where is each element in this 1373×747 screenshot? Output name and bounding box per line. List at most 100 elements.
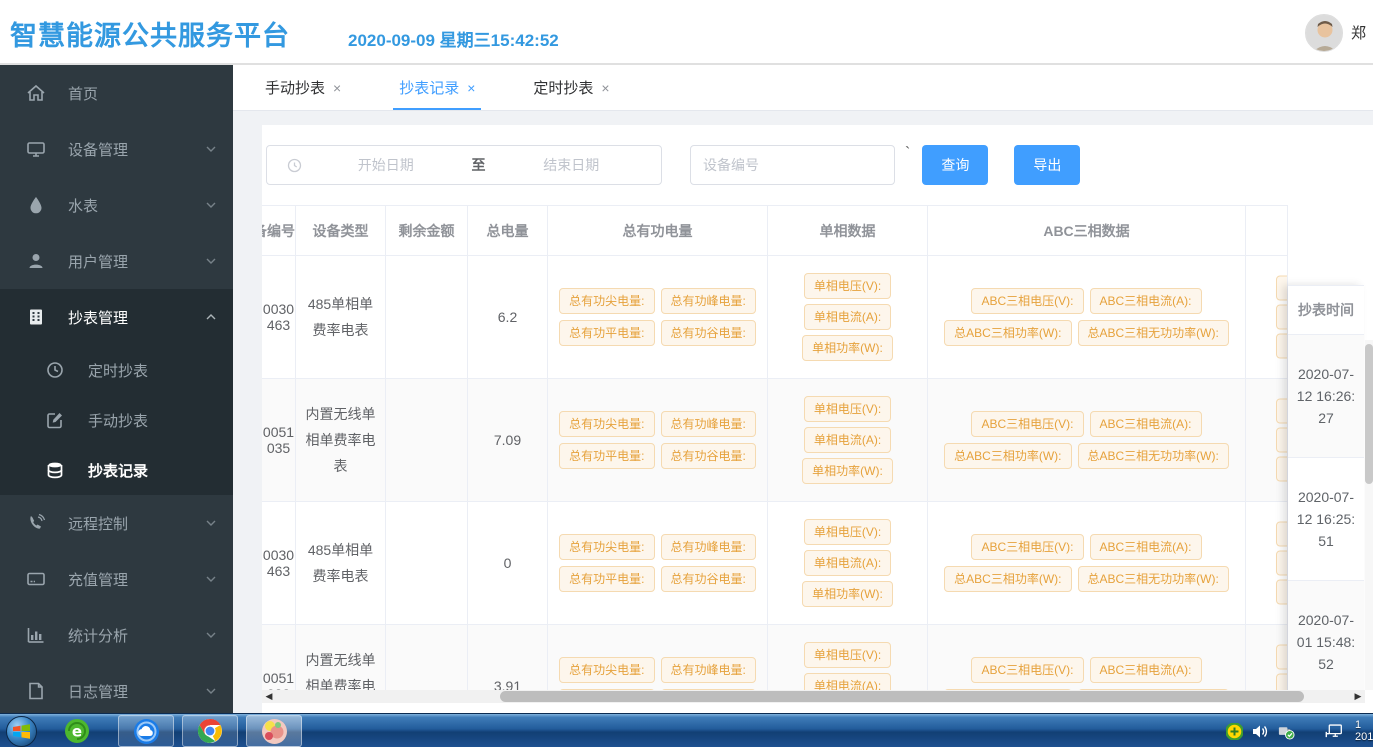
- sidebar-item-label: 手动抄表: [88, 410, 148, 431]
- cell-clipped-column: [1246, 379, 1288, 501]
- user-icon: [26, 251, 46, 271]
- data-field-tag: 总有功尖电量:: [559, 534, 654, 560]
- cell-total-energy: 3.91: [468, 625, 548, 690]
- clipped-tag: [1276, 580, 1288, 605]
- sidebar-item-label: 抄表记录: [88, 460, 148, 481]
- data-field-tag: 单相电压(V):: [804, 396, 891, 422]
- tray-clock-time: 1: [1355, 719, 1373, 731]
- sidebar-item-home[interactable]: 首页: [0, 65, 233, 121]
- data-field-tag: 总ABC三相无功功率(W):: [1078, 320, 1229, 346]
- device-number-input[interactable]: [690, 145, 895, 185]
- data-field-tag: 总有功尖电量:: [559, 657, 654, 683]
- cell-device-no: 0030463: [262, 256, 296, 378]
- taskbar-photo-app-button[interactable]: [246, 715, 302, 747]
- table-row[interactable]: 0051035 内置无线单相单费率电表 7.09 总有功尖电量:总有功峰电量:总…: [262, 379, 1288, 502]
- chrome-icon: [197, 718, 223, 744]
- sidebar-item-manual-reading[interactable]: 手动抄表: [0, 395, 233, 445]
- sidebar-item-remote-control[interactable]: 远程控制: [0, 495, 233, 551]
- data-field-tag: 单相电压(V):: [804, 273, 891, 299]
- qq-browser-icon: [133, 718, 160, 745]
- horizontal-scrollbar-track[interactable]: [276, 690, 1351, 703]
- start-button[interactable]: [6, 716, 37, 747]
- col-header-read-time: 抄表时间: [1288, 285, 1364, 335]
- tab-label: 定时抄表: [533, 77, 593, 98]
- cell-device-type: 内置无线单相单费率电表: [296, 379, 386, 501]
- meter-reading-section: 抄表管理 定时抄表 手动抄表 抄表记录: [0, 289, 233, 495]
- taskbar-qq-browser-button[interactable]: [118, 715, 174, 747]
- cell-clipped-column: [1246, 256, 1288, 378]
- col-header-single-phase: 单相数据: [768, 206, 928, 255]
- tray-volume-icon[interactable]: [1251, 722, 1269, 740]
- cell-single-phase: 单相电压(V):单相电流(A):单相功率(W):: [768, 256, 928, 378]
- content-card: 开始日期 至 结束日期 ` 查询 导出 设备编号 设备类型 剩余金额 总电量: [262, 125, 1373, 713]
- tray-360-safety-icon[interactable]: [1225, 722, 1243, 740]
- data-field-tag: 总有功峰电量:: [661, 411, 756, 437]
- sidebar-item-log-mgmt[interactable]: 日志管理: [0, 663, 233, 719]
- tray-clock[interactable]: 1 201: [1355, 719, 1373, 743]
- database-icon: [46, 461, 64, 479]
- close-icon[interactable]: ×: [333, 80, 341, 96]
- data-field-tag: 总有功峰电量:: [661, 534, 756, 560]
- sidebar-item-water-meter[interactable]: 水表: [0, 177, 233, 233]
- data-field-tag: 单相功率(W):: [802, 335, 893, 361]
- taskbar-chrome-button[interactable]: [182, 715, 238, 747]
- col-header-three-phase: ABC三相数据: [928, 206, 1246, 255]
- sidebar-item-timed-reading[interactable]: 定时抄表: [0, 345, 233, 395]
- data-field-tag: 单相功率(W):: [802, 458, 893, 484]
- start-date-placeholder[interactable]: 开始日期: [306, 155, 466, 175]
- close-icon[interactable]: ×: [467, 80, 475, 96]
- sidebar-item-recharge-mgmt[interactable]: 充值管理: [0, 551, 233, 607]
- table-row[interactable]: 0051033 内置无线单相单费率电表 3.91 总有功尖电量:总有功峰电量:总…: [262, 625, 1288, 690]
- data-field-tag: 总有功谷电量:: [661, 443, 756, 469]
- tray-usb-safely-remove-icon[interactable]: [1277, 722, 1295, 740]
- date-range-picker[interactable]: 开始日期 至 结束日期: [266, 145, 662, 185]
- cell-balance: [386, 625, 468, 690]
- avatar-image: [1306, 15, 1343, 52]
- tab-timed-reading[interactable]: 定时抄表 ×: [533, 65, 609, 110]
- tab-label: 抄表记录: [399, 77, 459, 98]
- sidebar-item-meter-mgmt[interactable]: 抄表管理: [0, 289, 233, 345]
- data-field-tag: 总ABC三相功率(W):: [944, 320, 1071, 346]
- table-row[interactable]: 0030463 485单相单费率电表 6.2 总有功尖电量:总有功峰电量:总有功…: [262, 256, 1288, 379]
- tab-manual-reading[interactable]: 手动抄表 ×: [265, 65, 341, 110]
- chevron-down-icon: [205, 517, 217, 529]
- data-field-tag: 总ABC三相无功功率(W):: [1078, 443, 1229, 469]
- tray-network-icon[interactable]: [1325, 722, 1343, 740]
- data-field-tag: 总有功平电量:: [559, 443, 654, 469]
- cell-single-phase: 单相电压(V):单相电流(A):单相功率(W):: [768, 379, 928, 501]
- table-row[interactable]: 0030463 485单相单费率电表 0 总有功尖电量:总有功峰电量:总有功平电…: [262, 502, 1288, 625]
- building-icon: [26, 307, 46, 327]
- sidebar-item-reading-records[interactable]: 抄表记录: [0, 445, 233, 495]
- chevron-down-icon: [205, 685, 217, 697]
- sidebar-item-device-mgmt[interactable]: 设备管理: [0, 121, 233, 177]
- taskbar-360-browser-icon[interactable]: e: [62, 717, 92, 745]
- scroll-right-arrow-icon[interactable]: ▶: [1351, 691, 1365, 702]
- end-date-placeholder[interactable]: 结束日期: [492, 155, 652, 175]
- cell-device-no: 0030463: [262, 502, 296, 624]
- horizontal-scrollbar[interactable]: ◀ ▶: [262, 690, 1365, 703]
- tab-reading-records[interactable]: 抄表记录 ×: [399, 65, 475, 110]
- data-field-tag: 总有功尖电量:: [559, 411, 654, 437]
- sidebar-item-user-mgmt[interactable]: 用户管理: [0, 233, 233, 289]
- query-button[interactable]: 查询: [922, 145, 988, 185]
- close-icon[interactable]: ×: [601, 80, 609, 96]
- vertical-scrollbar-thumb[interactable]: [1365, 344, 1373, 484]
- cell-read-time: 2020-07-12 16:26:27: [1288, 335, 1364, 458]
- sidebar-item-label: 水表: [68, 195, 98, 216]
- filter-bar: 开始日期 至 结束日期 ` 查询 导出: [266, 145, 1080, 185]
- clipped-tag: [1276, 305, 1288, 330]
- clipped-tag: [1276, 522, 1288, 547]
- sidebar-item-statistics[interactable]: 统计分析: [0, 607, 233, 663]
- scroll-left-arrow-icon[interactable]: ◀: [262, 691, 276, 702]
- document-icon: [26, 681, 46, 701]
- fixed-time-column: 抄表时间 2020-07-12 16:26:27 2020-07-12 16:2…: [1288, 285, 1364, 690]
- user-box[interactable]: 郑: [1305, 0, 1373, 65]
- horizontal-scrollbar-thumb[interactable]: [500, 691, 1304, 702]
- cell-single-phase: 单相电压(V):单相电流(A):单相功率(W):: [768, 502, 928, 624]
- vertical-scrollbar[interactable]: ▾: [1365, 340, 1373, 690]
- avatar[interactable]: [1305, 14, 1343, 52]
- clipped-tag: [1276, 645, 1288, 670]
- chevron-down-icon: [205, 255, 217, 267]
- export-button[interactable]: 导出: [1014, 145, 1080, 185]
- data-field-tag: 总有功谷电量:: [661, 566, 756, 592]
